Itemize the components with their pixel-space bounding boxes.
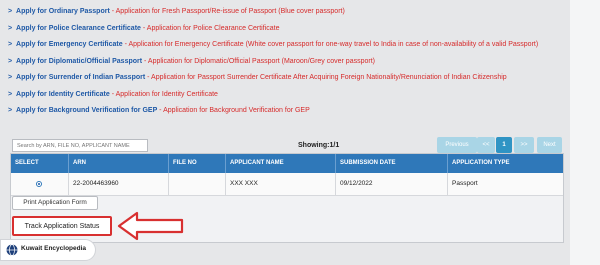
service-title[interactable]: Apply for Background Verification for GE… <box>16 107 157 114</box>
column-header-applicant-name: APPLICANT NAME <box>226 154 336 173</box>
watermark-logo: Kuwait Encyclopedia <box>0 239 96 261</box>
arn-cell: 22-2004463960 <box>69 173 169 195</box>
pager-first-button[interactable]: << <box>477 137 495 153</box>
page-edge <box>570 0 600 265</box>
table-header: SELECT ARN FILE NO APPLICANT NAME SUBMIS… <box>11 154 563 173</box>
service-description: Application for Passport Surrender Certi… <box>151 74 507 81</box>
application-type-cell: Passport <box>452 180 478 187</box>
watermark-logo-text: Kuwait Encyclopedia <box>21 245 87 252</box>
pager-previous-button[interactable]: Previous <box>437 137 477 153</box>
service-link-background-verification[interactable]: > Apply for Background Verification for … <box>8 103 592 120</box>
service-link-emergency-certificate[interactable]: > Apply for Emergency Certificate - Appl… <box>8 37 592 54</box>
column-header-submission-date: SUBMISSION DATE <box>336 154 448 173</box>
service-title[interactable]: Apply for Emergency Certificate <box>16 41 123 48</box>
annotation-arrow-icon <box>117 211 184 241</box>
service-title[interactable]: Apply for Ordinary Passport <box>16 8 110 15</box>
service-title[interactable]: Apply for Surrender of Indian Passport <box>16 74 145 81</box>
submission-date-cell: 09/12/2022 <box>336 173 448 195</box>
globe-logo-icon <box>6 244 18 256</box>
select-cell <box>11 173 69 195</box>
page: > Apply for Ordinary Passport - Applicat… <box>0 0 600 265</box>
table-row[interactable]: 22-2004463960 XXX XXX 09/12/2022 Passpor… <box>11 173 563 196</box>
select-radio[interactable] <box>36 181 42 187</box>
column-header-select: SELECT <box>11 154 69 173</box>
chevron-right-icon: > <box>8 74 13 81</box>
service-description: Application for Emergency Certificate (W… <box>128 41 539 48</box>
applicant-name-cell: XXX XXX <box>226 173 336 195</box>
service-description: Application for Identity Certificate <box>115 90 218 98</box>
service-description: Application for Background Verification … <box>163 107 310 114</box>
chevron-right-icon: > <box>8 57 13 65</box>
pager-current-page[interactable]: 1 <box>496 137 512 153</box>
chevron-right-icon: > <box>8 107 13 114</box>
service-title[interactable]: Apply for Police Clearance Certificate <box>16 25 141 32</box>
column-header-application-type: APPLICATION TYPE <box>452 160 510 166</box>
chevron-right-icon: > <box>8 41 13 48</box>
showing-count: Showing:1/1 <box>298 142 340 149</box>
column-header-file-no: FILE NO <box>169 154 226 173</box>
service-description: Application for Police Clearance Certifi… <box>146 24 280 32</box>
track-application-status-button[interactable]: Track Application Status <box>12 216 112 236</box>
pager-next-button[interactable]: Next <box>537 137 562 153</box>
chevron-right-icon: > <box>8 24 13 32</box>
column-header-arn: ARN <box>69 154 169 173</box>
service-description: Application for Fresh Passport/Re-issue … <box>115 8 345 15</box>
chevron-right-icon: > <box>8 8 13 15</box>
search-input[interactable] <box>12 139 148 152</box>
service-description: Application for Diplomatic/Official Pass… <box>147 57 375 65</box>
chevron-right-icon: > <box>8 90 13 98</box>
file-no-cell <box>169 173 226 195</box>
service-links: > Apply for Ordinary Passport - Applicat… <box>8 4 592 120</box>
service-link-police-clearance[interactable]: > Apply for Police Clearance Certificate… <box>8 21 592 38</box>
pager-last-button[interactable]: >> <box>514 137 534 153</box>
service-link-ordinary-passport[interactable]: > Apply for Ordinary Passport - Applicat… <box>8 4 592 21</box>
service-link-diplomatic-passport[interactable]: > Apply for Diplomatic/Official Passport… <box>8 54 592 71</box>
service-title[interactable]: Apply for Diplomatic/Official Passport <box>16 58 142 65</box>
service-link-identity-certificate[interactable]: > Apply for Identity Certificate - Appli… <box>8 87 592 104</box>
service-title[interactable]: Apply for Identity Certificate <box>16 91 110 98</box>
print-application-form-button[interactable]: Print Application Form <box>12 196 98 210</box>
service-link-surrender-passport[interactable]: > Apply for Surrender of Indian Passport… <box>8 70 592 87</box>
